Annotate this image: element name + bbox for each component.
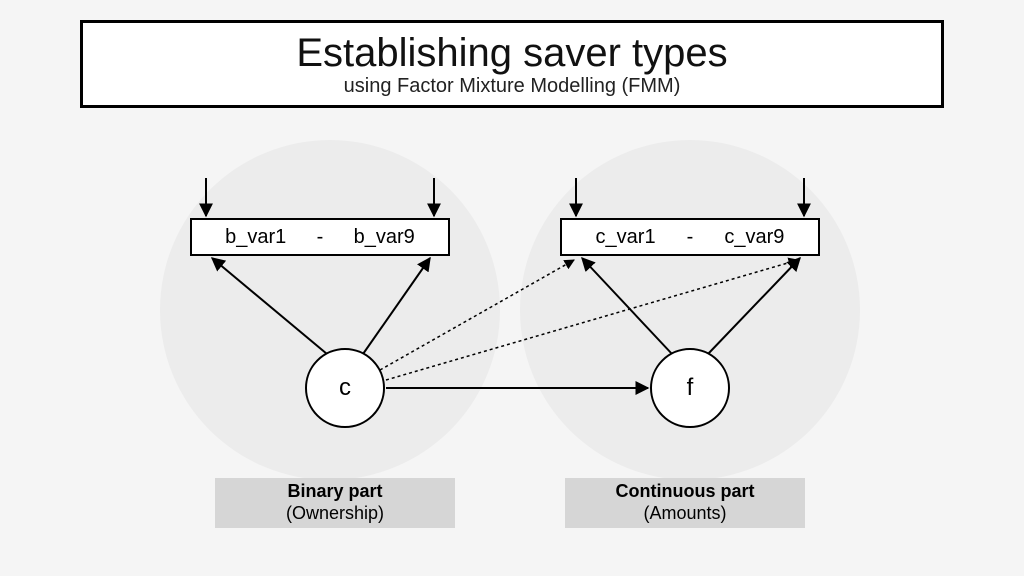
binary-part-title: Binary part xyxy=(287,481,382,503)
continuous-part-label: Continuous part (Amounts) xyxy=(565,478,805,528)
continuous-part-sub: (Amounts) xyxy=(643,503,726,525)
binary-part-label: Binary part (Ownership) xyxy=(215,478,455,528)
continuous-vars-box: c_var1 - c_var9 xyxy=(560,218,820,256)
binary-vars-box: b_var1 - b_var9 xyxy=(190,218,450,256)
node-c: c xyxy=(305,348,385,428)
page-title: Establishing saver types xyxy=(296,31,727,75)
binary-var-sep: - xyxy=(317,226,324,249)
node-f: f xyxy=(650,348,730,428)
bg-circle-left xyxy=(160,140,500,480)
continuous-var-end: c_var9 xyxy=(724,226,784,249)
node-c-label: c xyxy=(339,374,351,402)
continuous-var-sep: - xyxy=(687,226,694,249)
continuous-var-start: c_var1 xyxy=(596,226,656,249)
binary-var-end: b_var9 xyxy=(354,226,415,249)
page-subtitle: using Factor Mixture Modelling (FMM) xyxy=(344,75,681,98)
binary-part-sub: (Ownership) xyxy=(286,503,384,525)
node-f-label: f xyxy=(687,374,694,402)
continuous-part-title: Continuous part xyxy=(616,481,755,503)
binary-var-start: b_var1 xyxy=(225,226,286,249)
title-box: Establishing saver types using Factor Mi… xyxy=(80,20,944,108)
bg-circle-right xyxy=(520,140,860,480)
